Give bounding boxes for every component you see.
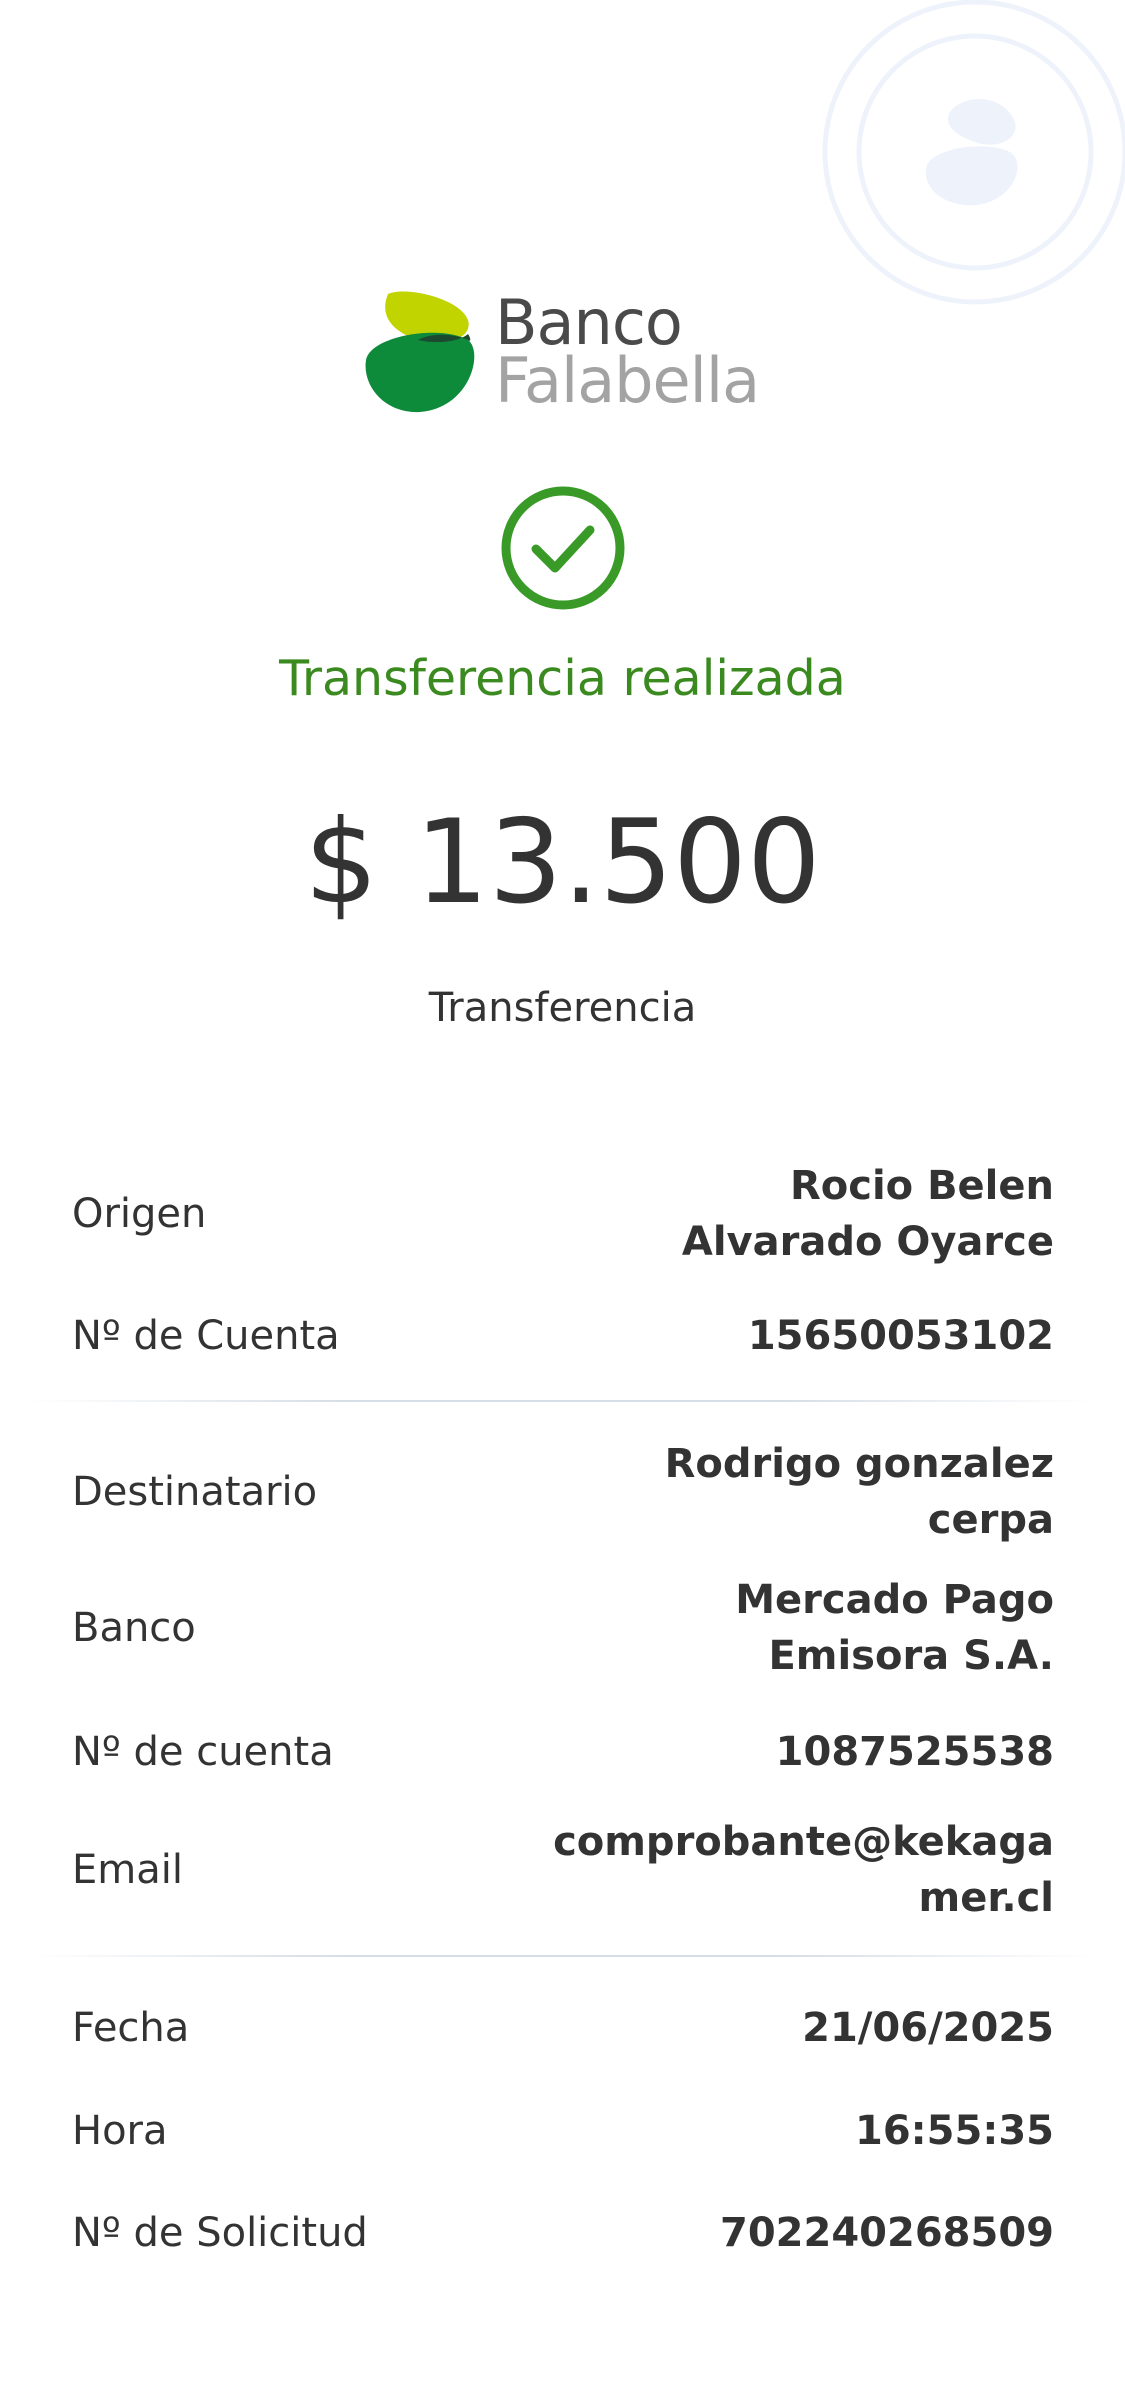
detail-row-banco: Banco Mercado Pago Emisora S.A. — [72, 1572, 1054, 1684]
value-line: comprobante@kekaga — [553, 1819, 1054, 1865]
detail-value: 702240268509 — [720, 2205, 1054, 2261]
value-line: cerpa — [927, 1497, 1054, 1543]
detail-value: 1087525538 — [776, 1724, 1054, 1780]
detail-label: Destinatario — [72, 1469, 318, 1515]
value-line: 702240268509 — [720, 2210, 1054, 2256]
detail-label: Email — [72, 1847, 183, 1893]
status-title: Transferencia realizada — [279, 650, 846, 707]
transfer-type: Transferencia — [428, 985, 697, 1031]
detail-label: Nº de Cuenta — [72, 1313, 340, 1359]
detail-row-solicitud: Nº de Solicitud 702240268509 — [72, 2205, 1054, 2261]
detail-row-cuenta-destino: Nº de cuenta 1087525538 — [72, 1724, 1054, 1780]
detail-value: 21/06/2025 — [802, 2000, 1054, 2056]
check-circle-icon — [501, 486, 625, 610]
detail-row-email: Email comprobante@kekaga mer.cl — [72, 1814, 1054, 1926]
value-line: 1087525538 — [775, 1729, 1054, 1775]
detail-value: 16:55:35 — [855, 2103, 1054, 2159]
value-line: 16:55:35 — [855, 2108, 1054, 2154]
detail-value: Mercado Pago Emisora S.A. — [735, 1572, 1054, 1684]
section-divider — [30, 1400, 1095, 1402]
detail-value: Rodrigo gonzalez cerpa — [665, 1436, 1054, 1548]
detail-label: Hora — [72, 2108, 168, 2154]
bank-logo-text: Banco Falabella — [495, 292, 760, 417]
detail-value: 15650053102 — [748, 1308, 1054, 1364]
detail-label: Nº de Solicitud — [72, 2210, 368, 2256]
value-line: Rodrigo gonzalez — [664, 1441, 1054, 1487]
detail-value: Rocio Belen Alvarado Oyarce — [682, 1158, 1054, 1270]
detail-label: Banco — [72, 1605, 196, 1651]
bank-logo-icon — [365, 291, 475, 413]
bank-name-line2: Falabella — [495, 344, 760, 417]
bank-logo: Banco Falabella — [360, 290, 780, 420]
detail-label: Fecha — [72, 2005, 190, 2051]
value-line: Alvarado Oyarce — [681, 1219, 1054, 1265]
value-line: Rocio Belen — [789, 1163, 1054, 1209]
detail-label: Nº de cuenta — [72, 1729, 334, 1775]
detail-row-cuenta-origen: Nº de Cuenta 15650053102 — [72, 1308, 1054, 1364]
detail-row-fecha: Fecha 21/06/2025 — [72, 2000, 1054, 2056]
value-line: Emisora S.A. — [768, 1633, 1054, 1679]
value-line: 21/06/2025 — [802, 2005, 1054, 2051]
section-divider — [30, 1955, 1095, 1957]
value-line: 15650053102 — [747, 1313, 1054, 1359]
detail-row-hora: Hora 16:55:35 — [72, 2103, 1054, 2159]
value-line: Mercado Pago — [735, 1577, 1054, 1623]
detail-row-destinatario: Destinatario Rodrigo gonzalez cerpa — [72, 1436, 1054, 1548]
detail-label: Origen — [72, 1191, 207, 1237]
detail-row-origen: Origen Rocio Belen Alvarado Oyarce — [72, 1158, 1054, 1270]
watermark-logo-icon — [822, 0, 1125, 305]
value-line: mer.cl — [918, 1875, 1054, 1921]
transfer-amount: $ 13.500 — [304, 795, 821, 930]
detail-value: comprobante@kekaga mer.cl — [553, 1814, 1054, 1926]
